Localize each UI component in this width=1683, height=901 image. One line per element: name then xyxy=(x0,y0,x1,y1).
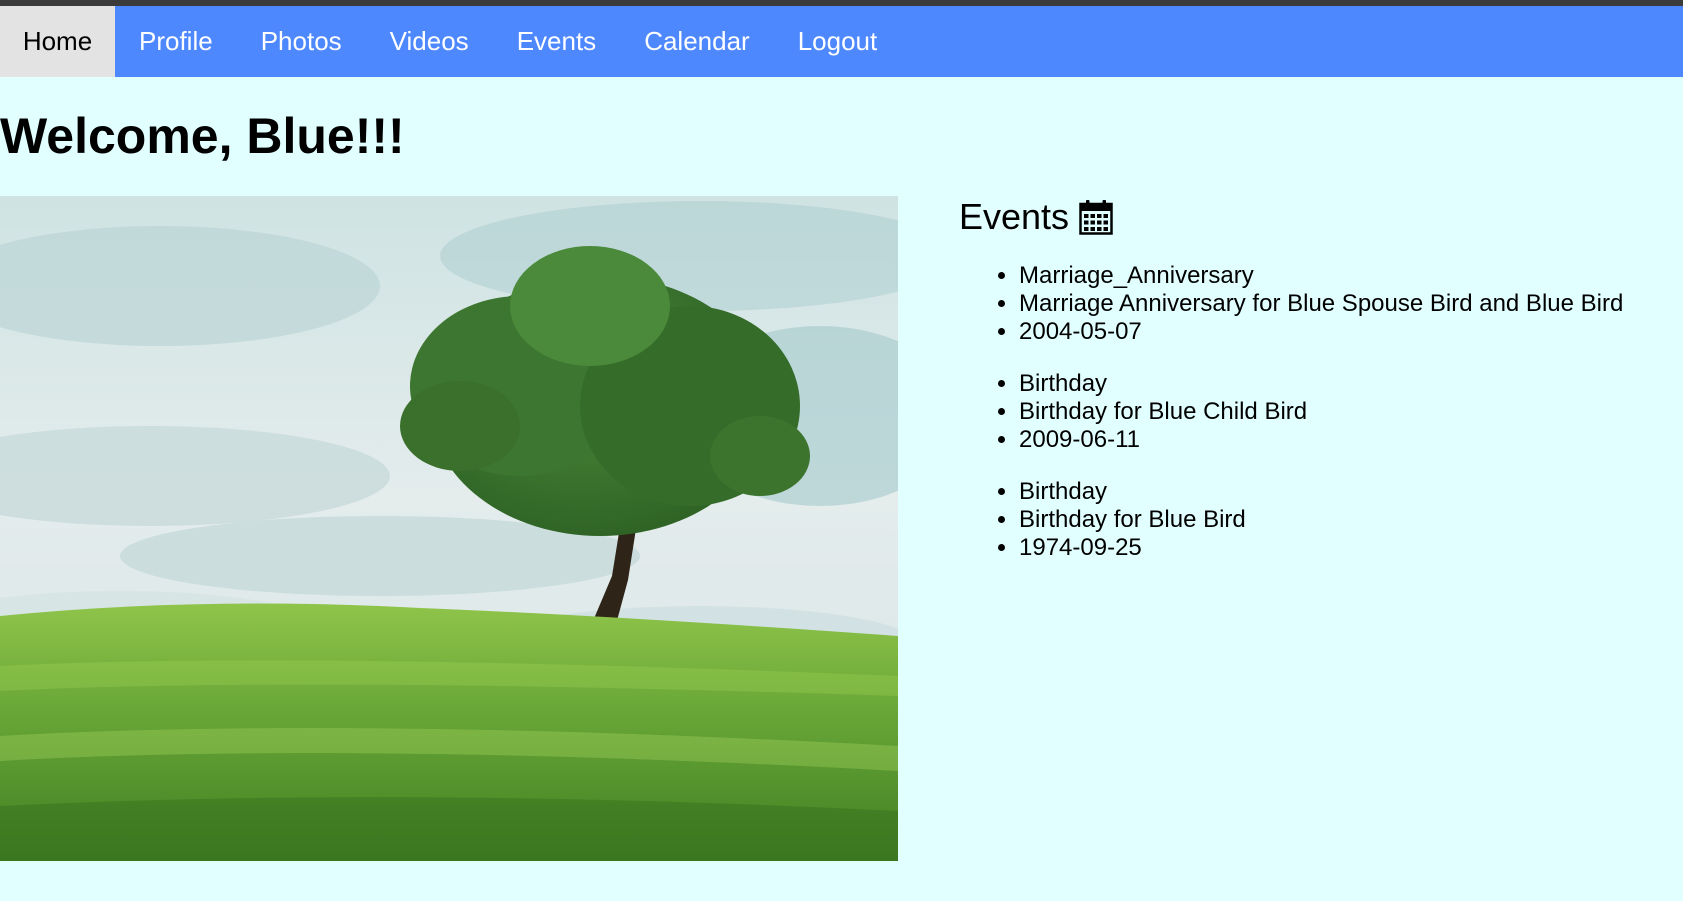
nav-home[interactable]: Home xyxy=(0,6,115,77)
nav-calendar[interactable]: Calendar xyxy=(620,6,774,77)
calendar-icon xyxy=(1079,199,1113,235)
event-description: Birthday for Blue Bird xyxy=(1019,506,1659,534)
events-panel: Events Marriage_Anniversary Marriage Ann… xyxy=(959,193,1659,562)
nav-profile[interactable]: Profile xyxy=(115,6,237,77)
event-name: Birthday xyxy=(1019,370,1659,398)
nav-events[interactable]: Events xyxy=(493,6,621,77)
event-date: 1974-09-25 xyxy=(1019,534,1659,562)
nav-videos[interactable]: Videos xyxy=(366,6,493,77)
events-heading-label: Events xyxy=(959,196,1070,237)
top-navbar: Home Profile Photos Videos Events Calend… xyxy=(0,6,1683,77)
event-date: 2009-06-11 xyxy=(1019,426,1659,454)
event-group: Birthday Birthday for Blue Bird 1974-09-… xyxy=(1019,478,1659,562)
event-description: Birthday for Blue Child Bird xyxy=(1019,398,1659,426)
event-name: Birthday xyxy=(1019,478,1659,506)
nav-logout[interactable]: Logout xyxy=(774,6,902,77)
page-title: Welcome, Blue!!! xyxy=(0,108,405,164)
nav-photos[interactable]: Photos xyxy=(237,6,366,77)
events-heading: Events xyxy=(959,193,1659,241)
event-name: Marriage_Anniversary xyxy=(1019,262,1659,290)
event-group: Birthday Birthday for Blue Child Bird 20… xyxy=(1019,370,1659,454)
event-description: Marriage Anniversary for Blue Spouse Bir… xyxy=(1019,290,1659,318)
event-date: 2004-05-07 xyxy=(1019,318,1659,346)
hero-image xyxy=(0,196,898,861)
event-group: Marriage_Anniversary Marriage Anniversar… xyxy=(1019,262,1659,346)
